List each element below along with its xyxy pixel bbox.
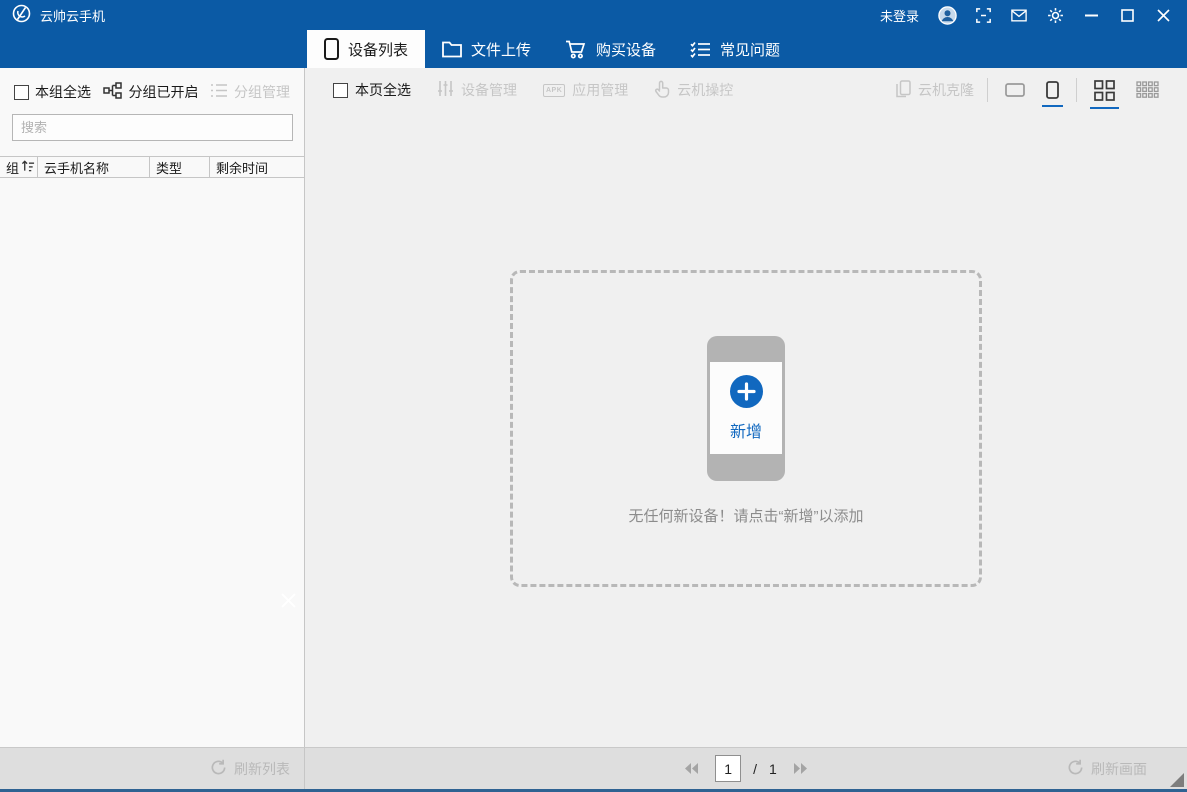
refresh-screen-button[interactable]: 刷新画面: [1067, 759, 1147, 779]
checkbox-icon[interactable]: [333, 82, 348, 98]
tab-device-list[interactable]: 设备列表: [307, 30, 426, 68]
tab-label: 购买设备: [596, 41, 657, 59]
refresh-icon: [210, 759, 227, 779]
titlebar: 云帅云手机 未登录: [0, 0, 1187, 30]
tab-label: 设备列表: [348, 41, 409, 59]
tab-file-upload[interactable]: 文件上传: [425, 30, 548, 68]
device-table-header: 组 云手机名称 类型 剩余时间: [0, 156, 304, 178]
portrait-view-button[interactable]: [1042, 78, 1063, 107]
main-panel: 本页全选 设备管理 APK 应用管理 云机操控 云机克隆 新增 无任何新设备！请…: [305, 68, 1187, 747]
tab-label: 文件上传: [471, 41, 532, 59]
app-title: 云帅云手机: [40, 8, 106, 24]
app-window: 云帅云手机 未登录 设备列表 文件上传 购买设备 常见问题 本组全选 分组已开启…: [0, 0, 1187, 792]
landscape-view-button[interactable]: [1001, 80, 1029, 100]
group-manage-button[interactable]: 分组管理: [210, 82, 290, 102]
search-input[interactable]: [12, 114, 293, 141]
user-avatar-icon[interactable]: [937, 5, 957, 25]
page-number-input[interactable]: [715, 755, 742, 782]
footer-right: 刷新画面: [1067, 748, 1147, 789]
cloud-clone-button[interactable]: 云机克隆: [896, 79, 974, 101]
column-header-name[interactable]: 云手机名称: [38, 157, 150, 177]
plus-circle-icon[interactable]: [729, 374, 763, 411]
phone-icon: [324, 38, 339, 60]
empty-state-dropzone: 新增 无任何新设备！请点击“新增”以添加: [510, 270, 982, 587]
column-header-group[interactable]: 组: [0, 157, 38, 177]
checklist-icon: [690, 41, 711, 58]
clone-icon: [896, 79, 911, 101]
select-all-group-checkbox[interactable]: 本组全选: [14, 82, 91, 102]
toolbar-right: 云机克隆: [896, 68, 1187, 112]
cloud-control-button[interactable]: 云机操控: [654, 80, 733, 101]
cloud-clone-label: 云机克隆: [918, 82, 974, 98]
hand-pointer-icon: [654, 80, 670, 101]
app-logo-icon: [12, 4, 31, 26]
select-all-page-checkbox[interactable]: 本页全选: [333, 80, 411, 100]
device-manage-button[interactable]: 设备管理: [437, 80, 517, 100]
app-manage-label: 应用管理: [572, 82, 629, 98]
add-device-label[interactable]: 新增: [730, 418, 762, 442]
tab-label: 常见问题: [720, 41, 781, 59]
refresh-list-button[interactable]: 刷新列表: [210, 759, 290, 779]
grid-dense-view-button[interactable]: [1132, 78, 1163, 102]
clear-icon[interactable]: [280, 592, 297, 612]
tab-buy-device[interactable]: 购买设备: [548, 30, 673, 68]
phone-screen: 新增: [710, 362, 782, 454]
page-total: 1: [769, 760, 777, 777]
grouping-toggle-label: 分组已开启: [128, 84, 199, 100]
refresh-icon: [1067, 759, 1084, 779]
divider: [1076, 78, 1077, 102]
page-separator: /: [753, 760, 758, 777]
minimize-button[interactable]: [1081, 5, 1101, 25]
cloud-control-label: 云机操控: [677, 82, 734, 98]
column-label: 剩余时间: [216, 160, 269, 176]
folder-icon: [442, 41, 462, 58]
tab-faq[interactable]: 常见问题: [673, 30, 797, 68]
refresh-list-label: 刷新列表: [234, 760, 290, 777]
select-all-page-label: 本页全选: [355, 82, 411, 98]
title-right: 未登录: [880, 5, 1173, 25]
grouping-toggle-button[interactable]: 分组已开启: [102, 82, 199, 102]
sliders-icon: [437, 80, 454, 100]
empty-state-message: 无任何新设备！请点击“新增”以添加: [628, 508, 864, 525]
maximize-button[interactable]: [1117, 5, 1137, 25]
sidebar: 本组全选 分组已开启 分组管理 组: [0, 68, 305, 747]
column-label: 云手机名称: [44, 160, 110, 176]
footer-left: 刷新列表: [0, 748, 305, 789]
add-device-button[interactable]: 新增: [707, 336, 785, 481]
divider: [987, 78, 988, 102]
settings-gear-icon[interactable]: [1045, 5, 1065, 25]
column-label: 类型: [156, 160, 183, 176]
mail-icon[interactable]: [1009, 5, 1029, 25]
resize-grip[interactable]: [1170, 773, 1184, 787]
group-list-icon: [210, 83, 228, 101]
main-toolbar: 本页全选 设备管理 APK 应用管理 云机操控 云机克隆: [305, 68, 1187, 112]
body: 本组全选 分组已开启 分组管理 组: [0, 68, 1187, 747]
app-manage-button[interactable]: APK 应用管理: [543, 80, 628, 100]
sort-ascending-icon: [21, 159, 35, 175]
apk-icon: APK: [543, 83, 566, 97]
select-all-group-label: 本组全选: [35, 84, 91, 100]
sidebar-controls: 本组全选 分组已开启 分组管理: [0, 81, 304, 103]
close-button[interactable]: [1153, 5, 1173, 25]
footer: 刷新列表 / 1 刷新画面: [0, 747, 1187, 792]
last-page-button[interactable]: [789, 759, 812, 778]
refresh-screen-label: 刷新画面: [1091, 760, 1147, 777]
title-left: 云帅云手机: [12, 4, 105, 26]
footer-main: / 1 刷新画面: [305, 748, 1187, 789]
grid-2x2-view-button[interactable]: [1090, 77, 1119, 109]
checkbox-icon[interactable]: [14, 84, 29, 100]
login-status[interactable]: 未登录: [880, 6, 919, 25]
tabbar: 设备列表 文件上传 购买设备 常见问题: [307, 30, 797, 68]
device-manage-label: 设备管理: [461, 82, 517, 98]
header: 云帅云手机 未登录 设备列表 文件上传 购买设备 常见问题: [0, 0, 1187, 68]
first-page-button[interactable]: [680, 759, 703, 778]
cart-icon: [565, 40, 587, 59]
column-header-type[interactable]: 类型: [150, 157, 210, 177]
column-header-time[interactable]: 剩余时间: [210, 157, 304, 177]
column-label: 组: [6, 160, 20, 176]
screenshot-frame-icon[interactable]: [973, 5, 993, 25]
org-chart-icon: [102, 82, 123, 102]
group-manage-label: 分组管理: [234, 84, 290, 100]
